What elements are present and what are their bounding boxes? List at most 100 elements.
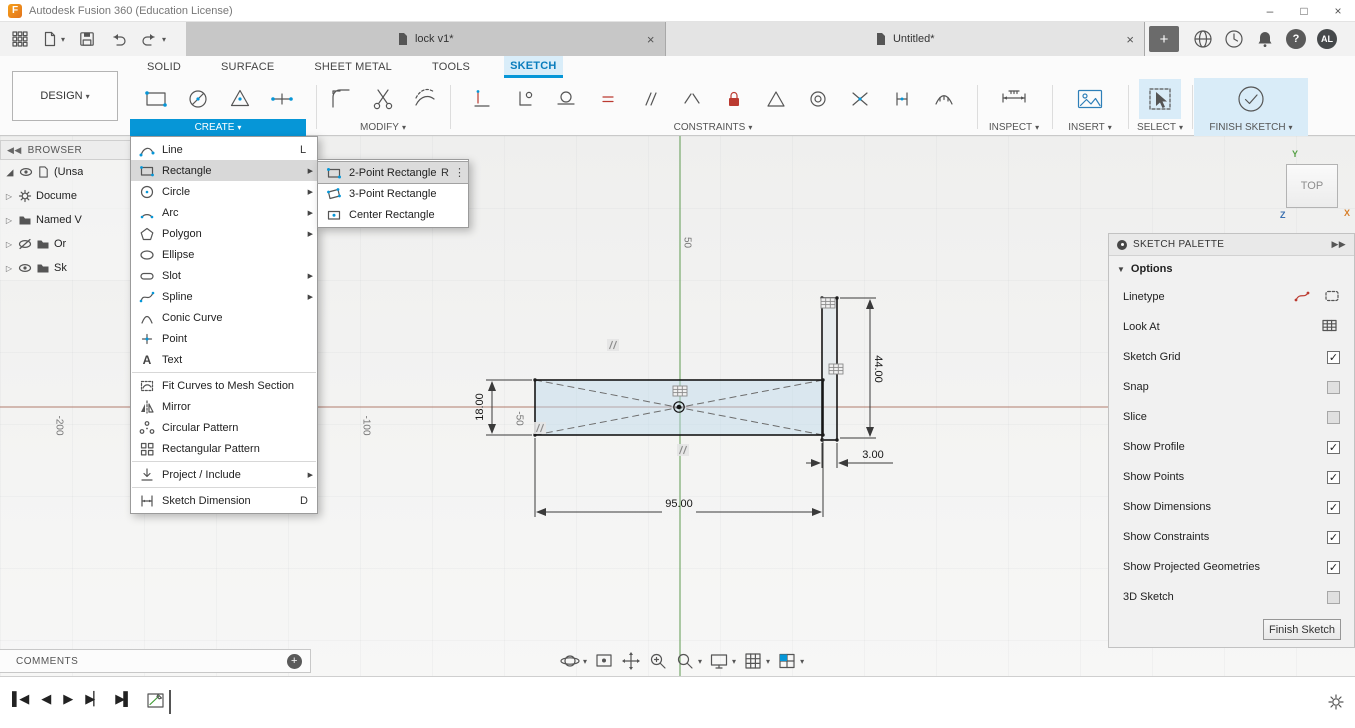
zoom-window-button[interactable]: ▾ [675,651,702,671]
show-projected-geometries-checkbox[interactable] [1327,560,1340,574]
step-forward-button[interactable]: ▶▏ [85,691,103,707]
show-dimensions-checkbox[interactable] [1327,500,1340,514]
browser-header[interactable]: ◀◀ BROWSER [0,140,131,160]
close-tab-icon[interactable]: × [647,32,655,47]
menu-item-ellipse[interactable]: Ellipse [131,244,317,265]
app-grid-icon[interactable] [10,26,30,52]
grid-snap-button[interactable]: ▾ [743,651,770,671]
account-avatar[interactable]: AL [1317,29,1337,49]
orbit-button[interactable]: ▾ [560,651,587,671]
group-label-select[interactable]: SELECT ▾ [1130,119,1190,136]
menu-item-line[interactable]: Line L [131,139,317,160]
play-button[interactable]: ▶ [63,691,73,707]
viewports-button[interactable]: ▾ [777,651,804,671]
measure-tool-icon[interactable] [993,79,1035,119]
workspace-switcher[interactable]: DESIGN ▾ [12,71,118,121]
close-tab-icon[interactable]: × [1126,32,1134,47]
go-to-start-button[interactable]: ▌◀ [12,691,29,707]
go-to-end-button[interactable]: ▶▌ [115,691,132,707]
menu-item-rectangle[interactable]: Rectangle ▶ [131,160,317,181]
group-label-finish-sketch[interactable]: FINISH SKETCH ▾ [1194,119,1308,136]
browser-node-sketches[interactable]: ▷ Sk [0,256,131,280]
constraint-equal-icon[interactable] [587,79,629,119]
menu-item-conic-curve[interactable]: Conic Curve [131,307,317,328]
dimension-width[interactable]: 95.00 [649,498,709,510]
select-cursor-icon[interactable] [1139,78,1181,119]
constraint-tangent-icon[interactable] [545,79,587,119]
rectangle-tool-icon[interactable] [135,79,177,119]
more-options-icon[interactable]: ⋮ [454,166,465,179]
maximize-button[interactable]: □ [1287,0,1321,21]
dimension-thickness[interactable]: 3.00 [843,449,903,461]
timeline-position-marker[interactable] [169,690,171,714]
snap-checkbox[interactable] [1327,380,1340,394]
dimension-side[interactable]: 44.00 [872,339,884,399]
browser-node-named-views[interactable]: ▷ Named V [0,208,131,232]
menu-item-polygon[interactable]: Polygon ▶ [131,223,317,244]
tab-tools[interactable]: TOOLS [426,56,476,78]
finish-sketch-check-icon[interactable] [1230,79,1272,119]
constraint-collinear-icon[interactable] [671,79,713,119]
new-document-button[interactable]: + [1149,26,1179,52]
menu-item-text[interactable]: A Text [131,349,317,370]
finish-sketch-button[interactable]: Finish Sketch [1263,619,1341,640]
document-tab-untitled[interactable]: Untitled* × [665,22,1145,56]
expand-arrow-icon[interactable]: ▷ [4,192,14,201]
constraint-concentric-icon[interactable] [797,79,839,119]
menu-item-project-include[interactable]: Project / Include ▶ [131,464,317,485]
expand-arrow-icon[interactable]: ▷ [4,240,14,249]
minimize-button[interactable]: – [1253,0,1287,21]
look-at-icon[interactable] [1321,318,1338,336]
job-status-icon[interactable] [1193,29,1213,49]
close-button[interactable]: × [1321,0,1355,21]
menu-item-rectangular-pattern[interactable]: Rectangular Pattern [131,438,317,459]
constraint-fix-lock-icon[interactable] [713,79,755,119]
polygon-tool-icon[interactable] [219,79,261,119]
menu-item-sketch-dimension[interactable]: Sketch Dimension D [131,490,317,511]
tab-solid[interactable]: SOLID [141,56,187,78]
show-constraints-checkbox[interactable] [1327,530,1340,544]
menu-item-spline[interactable]: Spline ▶ [131,286,317,307]
expand-panel-icon[interactable]: ▶▶ [1332,239,1346,250]
browser-root-node[interactable]: (Unsa [0,160,131,184]
browser-node-document-settings[interactable]: ▷ Docume [0,184,131,208]
group-label-insert[interactable]: INSERT ▾ [1054,119,1126,136]
look-at-button[interactable] [594,651,614,671]
view-cube-top-face[interactable]: TOP [1286,164,1338,208]
visibility-eye-icon[interactable] [18,261,32,275]
expand-arrow-icon[interactable]: ▷ [4,264,14,273]
menu-item-3-point-rectangle[interactable]: 3-Point Rectangle [318,183,468,204]
collapse-panel-icon[interactable]: ◀◀ [7,145,22,156]
sketch-palette-header[interactable]: SKETCH PALETTE ▶▶ [1109,234,1354,256]
circle-tool-icon[interactable] [177,79,219,119]
visibility-eye-icon[interactable] [19,165,33,179]
timeline-sketch-feature-icon[interactable] [146,689,166,714]
show-points-checkbox[interactable] [1327,470,1340,484]
zoom-button[interactable] [648,651,668,671]
browser-node-origin[interactable]: ▷ Or [0,232,131,256]
notifications-bell-icon[interactable] [1255,29,1275,49]
settings-gear-icon[interactable] [1327,693,1345,714]
menu-item-slot[interactable]: Slot ▶ [131,265,317,286]
redo-button[interactable]: ▾ [139,26,168,52]
group-label-constraints[interactable]: CONSTRAINTS ▾ [452,119,974,136]
constraint-curvature-icon[interactable] [923,79,965,119]
3d-sketch-checkbox[interactable] [1327,590,1340,604]
menu-item-circular-pattern[interactable]: Circular Pattern [131,417,317,438]
sketch-grid-checkbox[interactable] [1327,350,1340,364]
constraint-symmetry-icon[interactable] [755,79,797,119]
file-menu-button[interactable]: ▾ [40,26,67,52]
menu-item-mirror[interactable]: Mirror [131,396,317,417]
menu-item-fit-curves[interactable]: Fit Curves to Mesh Section [131,375,317,396]
slice-checkbox[interactable] [1327,410,1340,424]
menu-item-center-rectangle[interactable]: Center Rectangle [318,204,468,225]
construction-line-icon[interactable] [1294,289,1310,306]
comments-panel[interactable]: COMMENTS + [0,649,311,673]
trim-tool-icon[interactable] [362,79,404,119]
extend-tool-icon[interactable] [404,79,446,119]
constraint-parallel-icon[interactable] [629,79,671,119]
step-back-button[interactable]: ◀ [41,691,51,707]
constraint-perpendicular-icon[interactable] [503,79,545,119]
insert-image-icon[interactable] [1069,79,1111,119]
visibility-off-icon[interactable] [18,237,32,251]
